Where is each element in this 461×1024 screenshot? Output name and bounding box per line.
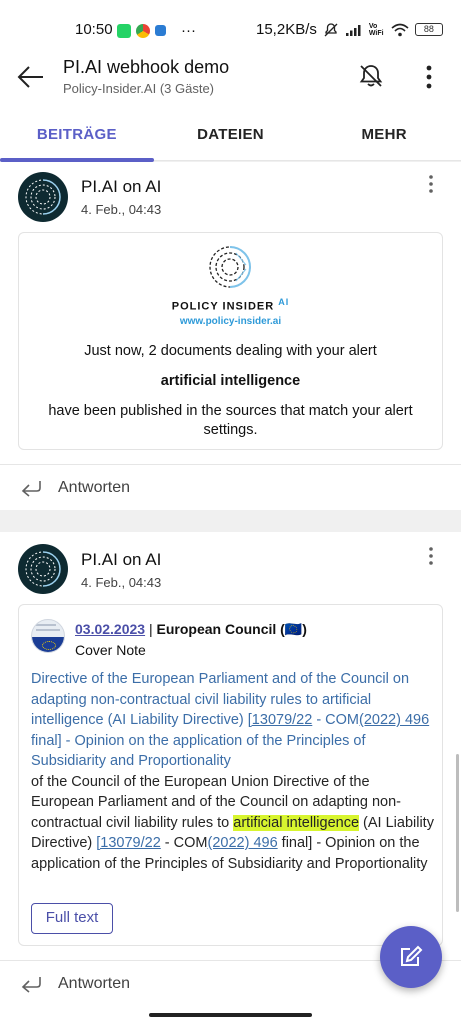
document-source: European Council (🇪🇺) — [156, 621, 307, 637]
more-notifications-icon: ··· — [181, 22, 196, 39]
keyword-highlight: artificial intelligence — [233, 814, 360, 831]
more-vertical-icon[interactable] — [419, 64, 439, 90]
channel-tabs: BEITRÄGE DATEIEN MEHR — [0, 108, 461, 162]
logo-wordmark: POLICY INSIDER AI — [171, 297, 290, 313]
scrollbar[interactable] — [456, 754, 459, 912]
tab-beitraege[interactable]: BEITRÄGE — [0, 108, 154, 160]
reply-button[interactable]: Antworten — [20, 974, 130, 994]
app-header: PI.AI webhook demo Policy-Insider.AI (3 … — [0, 46, 461, 108]
compose-icon — [401, 945, 423, 966]
pi-ai-logo-icon — [25, 179, 61, 215]
channel-subtitle: Policy-Insider.AI (3 Gäste) — [63, 81, 214, 96]
ref-link[interactable]: [13079/22 — [96, 835, 161, 851]
bell-off-icon[interactable] — [357, 62, 385, 90]
status-time: 10:50 — [75, 21, 113, 38]
reply-icon — [21, 481, 41, 497]
post-more-icon[interactable] — [424, 546, 438, 568]
new-post-button[interactable] — [380, 926, 442, 988]
document-body: Directive of the European Parliament and… — [31, 671, 434, 872]
ref-link[interactable]: (2022) 496 — [359, 712, 429, 728]
avatar[interactable] — [18, 544, 68, 594]
vowifi-icon: Vo WiFi — [368, 22, 384, 37]
policy-insider-logo-icon — [209, 246, 251, 288]
alert-keyword: artificial intelligence — [160, 373, 301, 389]
alert-card: POLICY INSIDER AI www.policy-insider.ai … — [18, 232, 443, 450]
alert-line-3b: settings. — [203, 422, 258, 438]
pi-ai-logo-icon — [25, 551, 61, 587]
post-more-icon[interactable] — [424, 174, 438, 196]
tab-dateien[interactable]: DATEIEN — [154, 108, 308, 160]
tab-mehr[interactable]: MEHR — [307, 108, 461, 160]
document-card: 03.02.2023 | European Council (🇪🇺) Cover… — [18, 604, 443, 946]
back-arrow-icon[interactable] — [16, 62, 46, 92]
outlook-icon — [155, 25, 166, 36]
eu-flag-icon — [31, 619, 65, 653]
alert-line-1: Just now, 2 documents dealing with your … — [84, 343, 377, 359]
wifi-icon — [391, 23, 409, 36]
status-right: 15,2KB/s Vo WiFi 88 — [256, 21, 443, 38]
chrome-icon — [136, 23, 150, 38]
logo-url: www.policy-insider.ai — [179, 316, 282, 327]
document-meta: 03.02.2023 | European Council (🇪🇺) — [75, 621, 307, 637]
post-time: 4. Feb., 04:43 — [81, 575, 162, 590]
status-app-icons: ··· — [117, 22, 196, 39]
status-bar: 10:50 ··· 15,2KB/s Vo WiFi 88 — [0, 0, 461, 46]
battery-icon: 88 — [414, 23, 443, 36]
teams-channel-screen: 10:50 ··· 15,2KB/s Vo WiFi 88 PI.AI webh… — [0, 0, 461, 1024]
reply-icon — [21, 977, 41, 993]
whatsapp-icon — [117, 23, 131, 38]
document-type: Cover Note — [75, 642, 146, 658]
post-time: 4. Feb., 04:43 — [81, 202, 162, 217]
alert-line-3a: have been published in the sources that … — [48, 403, 413, 419]
mute-icon — [324, 22, 338, 36]
post-author: PI.AI on AI — [81, 550, 162, 569]
reply-divider — [0, 464, 461, 465]
ref-link[interactable]: [13079/22 — [248, 712, 313, 728]
ref-link[interactable]: (2022) 496 — [208, 835, 278, 851]
network-speed: 15,2KB/s — [256, 21, 317, 38]
avatar[interactable] — [18, 172, 68, 222]
document-date-link[interactable]: 03.02.2023 — [75, 621, 145, 637]
post-author: PI.AI on AI — [81, 177, 162, 196]
channel-title: PI.AI webhook demo — [63, 57, 230, 77]
full-text-button[interactable]: Full text — [31, 903, 113, 934]
reply-button[interactable]: Antworten — [20, 478, 130, 498]
reply-label: Antworten — [58, 975, 131, 992]
signal-icon — [345, 24, 361, 36]
home-indicator[interactable] — [149, 1013, 312, 1017]
post-1: PI.AI on AI 4. Feb., 04:43 POLICY INSIDE… — [0, 162, 461, 510]
reply-label: Antworten — [58, 479, 131, 496]
